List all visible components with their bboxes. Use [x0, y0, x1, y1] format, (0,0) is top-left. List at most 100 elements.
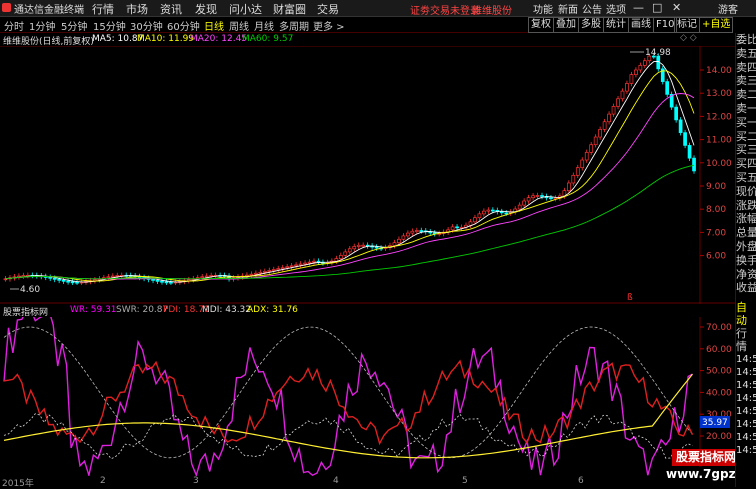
candle-body	[549, 197, 553, 200]
date-axis: 2015年 2 3 4 5 6	[0, 476, 700, 489]
draw-button[interactable]: 画线	[628, 17, 654, 33]
guest-label[interactable]: 游客	[718, 1, 738, 16]
menu-discover[interactable]: 发现	[195, 1, 217, 17]
candle-body	[298, 263, 303, 266]
candle-body	[164, 281, 169, 284]
adjust-button[interactable]: 复权	[528, 17, 554, 33]
candle-body	[48, 276, 53, 279]
menu-market[interactable]: 市场	[126, 1, 148, 17]
menu-options[interactable]: 选项	[606, 1, 626, 16]
indicator-chart[interactable]: 70.0060.0050.0040.0030.0020.0010.00 35.9…	[0, 317, 735, 476]
candle-body	[638, 65, 643, 71]
candle-body	[294, 264, 298, 267]
candle-body	[468, 221, 473, 226]
candle-body	[486, 209, 491, 212]
menu-trade[interactable]: 交易	[317, 1, 339, 17]
candle-body	[455, 226, 459, 229]
candlestick-chart[interactable]: 14.00 13.00 12.00 11.00 10.00 9.00 8.00 7.00 6.0…	[0, 46, 735, 304]
maximize-icon[interactable]: □	[652, 1, 662, 14]
indicator-tick: 70.00	[706, 323, 732, 333]
candle-body	[352, 246, 357, 250]
mark-button[interactable]: 标记	[674, 17, 700, 33]
candle-body	[254, 272, 258, 275]
overlay-button[interactable]: 叠加	[553, 17, 579, 33]
candle-body	[575, 167, 580, 176]
price-tick: 9.00	[706, 182, 726, 192]
candle-body	[151, 279, 155, 281]
date-label: 2	[100, 476, 106, 486]
candle-body	[674, 106, 678, 121]
candle-body	[347, 248, 352, 253]
menu-new[interactable]: 新面	[558, 1, 578, 16]
tick-time: 14:50	[736, 380, 756, 392]
tab-5min[interactable]: 5分钟	[61, 18, 87, 33]
menu-news[interactable]: 资讯	[160, 1, 182, 17]
tab-more[interactable]: 更多 >	[313, 18, 345, 33]
current-value-text: 35.97	[702, 418, 728, 428]
candle-body	[620, 90, 625, 100]
tab-monthly[interactable]: 月线	[254, 18, 274, 33]
ma5-label: MA5: 10.87	[92, 34, 144, 44]
candle-body	[571, 174, 576, 184]
tick-time: 14:50	[736, 354, 756, 366]
side-label: 卖三	[736, 74, 756, 88]
chart-settings-icon[interactable]: ◇ ◇	[680, 33, 697, 43]
side-label: 现价	[736, 184, 756, 198]
candle-body	[504, 212, 509, 215]
side-quotes[interactable]: 行情	[736, 327, 756, 353]
minimize-icon[interactable]: —	[633, 1, 644, 14]
tick-time: 14:50	[736, 419, 756, 431]
price-tick: 13.00	[706, 89, 732, 99]
candle-body	[419, 230, 424, 232]
main-info-bar: 维维股份(日线,前复权) MA5: 10.87 MA10: 11.99 MA20…	[0, 33, 700, 47]
candle-body	[66, 280, 70, 283]
menu-notice[interactable]: 公告	[582, 1, 602, 16]
tab-daily[interactable]: 日线	[204, 18, 224, 33]
candle-body	[616, 98, 620, 107]
candle-body	[406, 232, 410, 237]
menu-quotes[interactable]: 行情	[92, 1, 114, 17]
tab-30min[interactable]: 30分钟	[130, 18, 163, 33]
side-label: 换手	[736, 253, 756, 267]
price-tick: 10.00	[706, 159, 732, 169]
candle-body	[477, 213, 482, 219]
candle-body	[334, 258, 339, 262]
add-watchlist-button[interactable]: +自选	[699, 17, 734, 33]
candle-body	[589, 144, 594, 153]
stock-link[interactable]: 维维股份	[472, 2, 512, 17]
candle-body	[517, 204, 522, 210]
side-label: 买三	[736, 143, 756, 157]
app-title: 通达信金融终端	[14, 5, 84, 16]
close-icon[interactable]: ✕	[672, 1, 681, 14]
side-auto[interactable]: 自动	[736, 301, 756, 327]
date-label: 6	[578, 476, 584, 486]
indicator-tick: 60.00	[706, 345, 732, 355]
candle-body	[634, 69, 638, 75]
candle-body	[598, 129, 602, 138]
candle-body	[307, 261, 312, 264]
multi-stock-button[interactable]: 多股	[578, 17, 604, 33]
candle-body	[642, 60, 647, 66]
tick-time: 14:50	[736, 367, 756, 379]
candle-body	[522, 200, 526, 206]
swr-label: SWR: 20.87	[116, 305, 169, 315]
signal-marker-icon: ß	[627, 293, 633, 303]
tab-1min[interactable]: 1分钟	[29, 18, 55, 33]
candle-body	[665, 81, 670, 95]
tab-multi-period[interactable]: 多周期	[279, 18, 309, 33]
login-alert[interactable]: 证劵交易未登录	[410, 2, 480, 17]
tab-60min[interactable]: 60分钟	[167, 18, 200, 33]
menu-ask[interactable]: 问小达	[229, 1, 262, 17]
menu-function[interactable]: 功能	[533, 1, 553, 16]
stats-button[interactable]: 统计	[603, 17, 629, 33]
tab-15min[interactable]: 15分钟	[93, 18, 126, 33]
candle-body	[343, 251, 348, 256]
tab-timeshare[interactable]: 分时	[4, 18, 24, 33]
candle-body	[70, 281, 75, 284]
low-marker: 4.60	[20, 285, 40, 295]
candle-body	[397, 238, 401, 244]
tab-weekly[interactable]: 周线	[229, 18, 249, 33]
tick-time: 14:50	[736, 445, 756, 457]
menu-wealth[interactable]: 财富圈	[273, 1, 306, 17]
swr-line	[3, 326, 693, 459]
